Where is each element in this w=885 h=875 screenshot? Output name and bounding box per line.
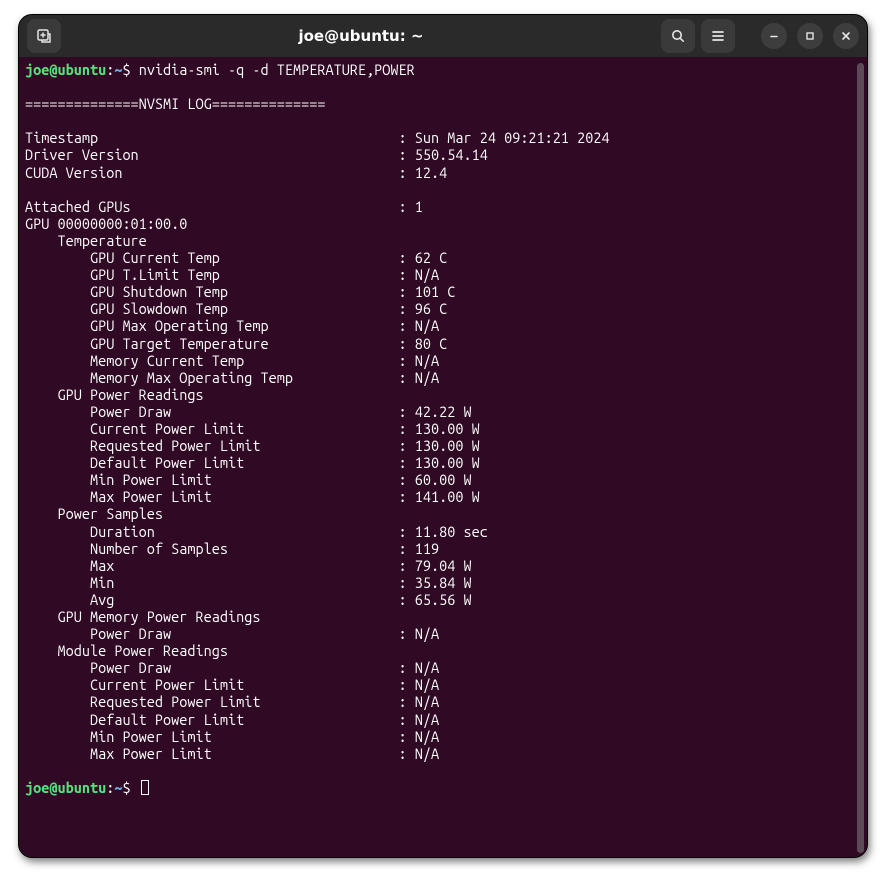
new-tab-button[interactable]: [27, 19, 61, 53]
cursor: [141, 780, 149, 795]
close-button[interactable]: [833, 23, 859, 49]
maximize-button[interactable]: [797, 23, 823, 49]
scrollbar-thumb[interactable]: [857, 63, 864, 853]
scrollbar[interactable]: [856, 61, 865, 851]
new-tab-icon: [36, 28, 52, 44]
close-icon: [840, 30, 852, 42]
minimize-icon: [768, 30, 780, 42]
titlebar: joe@ubuntu: ~: [19, 15, 867, 57]
minimize-button[interactable]: [761, 23, 787, 49]
terminal-window: joe@ubuntu: ~ joe@ubuntu:~$ nvidia-smi -…: [18, 14, 868, 858]
maximize-icon: [804, 30, 816, 42]
hamburger-icon: [710, 28, 726, 44]
search-icon: [670, 28, 686, 44]
menu-button[interactable]: [701, 19, 735, 53]
terminal-output: joe@ubuntu:~$ nvidia-smi -q -d TEMPERATU…: [25, 61, 856, 796]
search-button[interactable]: [661, 19, 695, 53]
terminal-area[interactable]: joe@ubuntu:~$ nvidia-smi -q -d TEMPERATU…: [19, 57, 867, 857]
window-title: joe@ubuntu: ~: [298, 27, 423, 45]
